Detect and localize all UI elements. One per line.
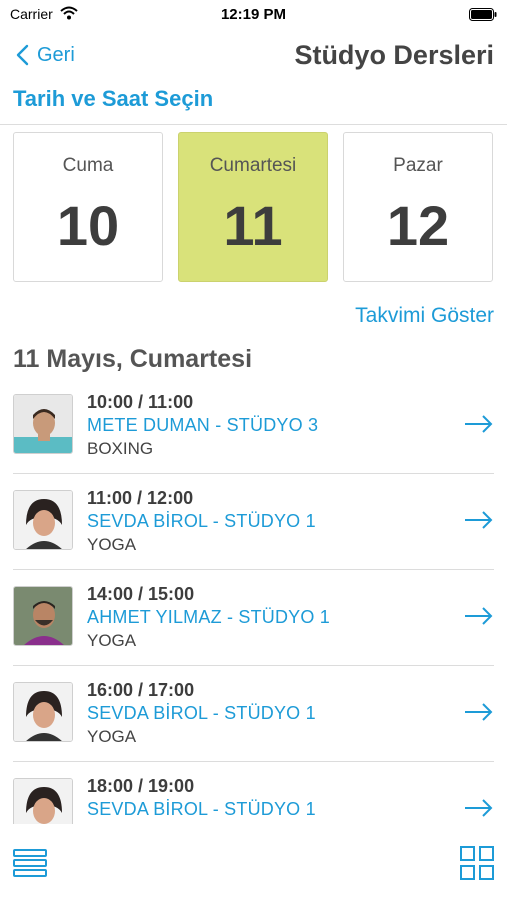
back-button[interactable]: Geri [16, 40, 75, 70]
class-time: 14:00 / 15:00 [87, 584, 195, 604]
class-title: SEVDA BİROL - STÜDYO 1 [87, 799, 316, 819]
chevron-left-icon [16, 44, 29, 66]
list-item[interactable]: 18:00 / 19:00 SEVDA BİROL - STÜDYO 1 [13, 762, 494, 824]
arrow-right-icon [465, 703, 493, 721]
avatar [13, 586, 73, 646]
show-calendar-link[interactable]: Takvimi Göster [355, 304, 494, 328]
day-name: Cumartesi [209, 155, 297, 176]
page-title: Stüdyo Dersleri [294, 40, 494, 70]
class-time: 16:00 / 17:00 [87, 680, 195, 700]
avatar [13, 490, 73, 550]
back-label: Geri [37, 43, 75, 66]
grid-icon[interactable] [460, 846, 494, 880]
day-number: 12 [386, 194, 450, 257]
class-time: 11:00 / 12:00 [87, 488, 194, 508]
date-heading: 11 Mayıs, Cumartesi [13, 345, 253, 373]
day-card-saturday[interactable]: Cumartesi 11 [178, 132, 328, 282]
day-name: Pazar [393, 155, 443, 176]
section-title: Tarih ve Saat Seçin [13, 86, 214, 111]
day-name: Cuma [62, 155, 114, 176]
avatar [13, 778, 73, 824]
day-number: 10 [56, 194, 120, 257]
class-type: YOGA [87, 535, 137, 554]
list-item[interactable]: 11:00 / 12:00 SEVDA BİROL - STÜDYO 1 YOG… [13, 474, 494, 570]
class-time: 18:00 / 19:00 [87, 776, 195, 796]
class-time: 10:00 / 11:00 [87, 392, 194, 412]
avatar [13, 394, 73, 454]
list-item[interactable]: 10:00 / 11:00 METE DUMAN - STÜDYO 3 BOXI… [13, 378, 494, 474]
battery-icon [469, 8, 497, 26]
list-item[interactable]: 16:00 / 17:00 SEVDA BİROL - STÜDYO 1 YOG… [13, 666, 494, 762]
class-list: 10:00 / 11:00 METE DUMAN - STÜDYO 3 BOXI… [0, 378, 507, 824]
class-title: AHMET YILMAZ - STÜDYO 1 [87, 607, 330, 627]
list-icon[interactable] [13, 848, 47, 878]
avatar [13, 682, 73, 742]
class-type: YOGA [87, 727, 137, 746]
class-title: SEVDA BİROL - STÜDYO 1 [87, 703, 316, 723]
class-title: SEVDA BİROL - STÜDYO 1 [87, 511, 316, 531]
arrow-right-icon [465, 415, 493, 433]
status-time: 12:19 PM [220, 6, 287, 23]
status-bar: Carrier 12:19 PM [0, 0, 507, 28]
divider [0, 124, 507, 125]
day-number: 11 [223, 194, 283, 257]
class-type: BOXING [87, 439, 154, 458]
day-card-sunday[interactable]: Pazar 12 [343, 132, 493, 282]
arrow-right-icon [465, 799, 493, 817]
bottom-toolbar [0, 824, 507, 900]
arrow-right-icon [465, 511, 493, 529]
day-card-friday[interactable]: Cuma 10 [13, 132, 163, 282]
class-type: YOGA [87, 631, 137, 650]
list-item[interactable]: 14:00 / 15:00 AHMET YILMAZ - STÜDYO 1 YO… [13, 570, 494, 666]
arrow-right-icon [465, 607, 493, 625]
class-title: METE DUMAN - STÜDYO 3 [87, 415, 319, 435]
navigation-bar: Geri Stüdyo Dersleri [0, 30, 507, 80]
